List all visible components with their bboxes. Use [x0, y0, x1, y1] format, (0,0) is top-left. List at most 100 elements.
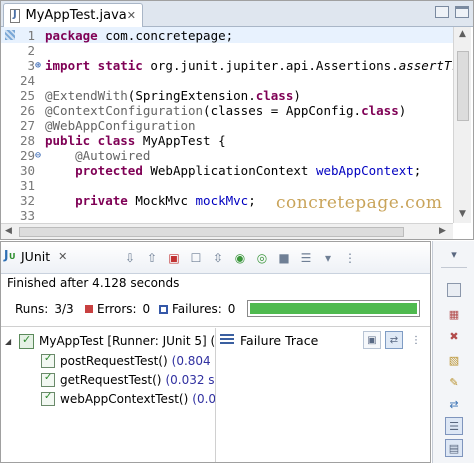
code-line[interactable]: 31 — [1, 178, 453, 193]
failures-counter: Failures: 0 — [159, 302, 235, 316]
scroll-lock-icon[interactable]: ⇳ — [209, 249, 227, 267]
code-token: (SpringExtension. — [127, 88, 256, 103]
code-text: @Autowired — [45, 148, 150, 163]
compare-result-icon[interactable]: ▣ — [363, 331, 381, 349]
outline-icon[interactable]: ☰ — [445, 417, 463, 435]
code-token: @ExtendWith — [45, 88, 128, 103]
code-token: ; — [413, 163, 422, 178]
horizontal-scroll-thumb[interactable] — [19, 227, 404, 237]
test-case-row[interactable]: postRequestTest()(0.804 s) — [41, 351, 215, 371]
code-text: @WebAppConfiguration — [45, 118, 196, 133]
junit-tab[interactable]: JUnit ✕ — [3, 248, 73, 264]
declaration-icon[interactable]: ⇄ — [445, 395, 463, 413]
junit-icon — [3, 248, 17, 264]
editor-tab-myapptest[interactable]: MyAppTest.java ✕ — [3, 3, 143, 27]
previous-failure-icon[interactable]: ⇧ — [143, 249, 161, 267]
scroll-up-icon[interactable]: ▲ — [459, 29, 466, 39]
failure-trace-toolbar: ▣ ⇄ ⋮ — [363, 331, 425, 349]
editor-tab-label: MyAppTest.java — [25, 8, 127, 23]
next-failure-icon[interactable]: ⇩ — [121, 249, 139, 267]
code-line[interactable]: 1 package com.concretepage; — [1, 28, 453, 43]
code-line[interactable]: 24 — [1, 73, 453, 88]
code-line[interactable]: 26 @ContextConfiguration(classes = AppCon… — [1, 103, 453, 118]
test-tree[interactable]: ◢ MyAppTest [Runner: JUnit 5] (0.8 postR… — [1, 328, 215, 462]
line-number: 1 — [27, 28, 35, 43]
restore-icon[interactable] — [447, 283, 461, 297]
code-token: com.concretepage; — [97, 28, 234, 43]
test-history-icon[interactable]: ☰ — [297, 249, 315, 267]
test-case-name: postRequestTest() — [60, 354, 168, 368]
code-line[interactable]: 27 @WebAppConfiguration — [1, 118, 453, 133]
horizontal-scrollbar[interactable]: ◀ ▶ — [1, 223, 453, 239]
test-case-name: webAppContextTest() — [60, 392, 189, 406]
code-token: assertTrue — [398, 58, 453, 73]
suite-row[interactable]: ◢ MyAppTest [Runner: JUnit 5] (0.8 — [5, 331, 215, 351]
test-case-row[interactable]: getRequestTest()(0.032 s) — [41, 370, 215, 390]
code-token: mockMvc — [195, 193, 249, 208]
code-token: webAppContext — [315, 163, 414, 178]
maximize-icon[interactable] — [455, 6, 469, 18]
filter-stack-trace-icon[interactable]: ⇄ — [385, 331, 403, 349]
view-menu-icon[interactable]: ⋮ — [407, 331, 425, 349]
stop-icon[interactable]: ■ — [275, 249, 293, 267]
problems-icon[interactable]: ▧ — [445, 351, 463, 369]
test-passed-icon — [41, 391, 55, 406]
line-number: 32 — [19, 193, 35, 208]
divider — [1, 326, 430, 327]
close-tab-icon[interactable]: ✕ — [58, 250, 67, 263]
errors-counter: Errors: 0 — [85, 302, 150, 316]
code-line[interactable]: 28 public class MyAppTest { — [1, 133, 453, 148]
line-number: 2 — [27, 43, 35, 58]
test-progress-fill — [250, 303, 417, 314]
failures-value: 0 — [227, 302, 236, 316]
console-icon[interactable]: ▦ — [445, 305, 463, 323]
editor-tab-bar: MyAppTest.java ✕ — [1, 1, 473, 27]
view-menu-icon[interactable]: ⋮ — [341, 249, 359, 267]
scroll-right-icon[interactable]: ▶ — [439, 226, 446, 236]
code-line[interactable]: 3 ⊕ import static org.junit.jupiter.api.As… — [1, 58, 453, 73]
scroll-left-icon[interactable]: ◀ — [5, 226, 12, 236]
test-case-row[interactable]: webAppContextTest()(0.021 — [41, 389, 215, 409]
code-token: import static — [45, 58, 143, 73]
code-token: class — [361, 103, 399, 118]
line-number: 25 — [19, 88, 35, 103]
watermark: concretepage.com — [276, 193, 443, 213]
test-passed-icon — [41, 353, 55, 368]
rerun-failed-first-icon[interactable]: ◎ — [253, 249, 271, 267]
remove-launch-icon[interactable]: ✖ — [445, 327, 463, 345]
javadoc-icon[interactable]: ✎ — [445, 373, 463, 391]
line-number: 31 — [19, 178, 35, 193]
task-list-icon[interactable]: ▤ — [445, 439, 463, 457]
runs-value: 3/3 — [54, 302, 74, 316]
show-failures-only-icon[interactable]: ▣ — [165, 249, 183, 267]
view-stack-menu-icon[interactable]: ▾ — [445, 245, 463, 263]
code-token: ; — [248, 193, 256, 208]
code-text: @ContextConfiguration(classes = AppConfi… — [45, 103, 406, 118]
code-line[interactable]: 29 ⊖ @Autowired — [1, 148, 453, 163]
show-skipped-icon[interactable]: ☐ — [187, 249, 205, 267]
code-line[interactable]: 2 — [1, 43, 453, 58]
collapse-fold-icon[interactable]: ⊖ — [35, 148, 45, 163]
rerun-test-icon[interactable]: ◉ — [231, 249, 249, 267]
code-line[interactable]: 25 @ExtendWith(SpringExtension.class) — [1, 88, 453, 103]
vertical-scrollbar[interactable]: ▲ ▼ — [453, 27, 471, 223]
test-case-name: getRequestTest() — [60, 373, 162, 387]
failure-trace-header: Failure Trace ▣ ⇄ ⋮ — [216, 328, 431, 352]
vertical-scroll-thumb[interactable] — [457, 51, 469, 121]
code-text: package com.concretepage; — [45, 28, 233, 43]
junit-tab-label: JUnit — [21, 248, 51, 264]
right-trim-stack: ▾ ▦ ✖ ▧ ✎ ⇄ ☰ ▤ — [432, 241, 474, 463]
java-file-icon — [10, 8, 20, 23]
history-dropdown-icon[interactable]: ▾ — [319, 249, 337, 267]
expand-fold-icon[interactable]: ⊕ — [35, 58, 45, 73]
code-line[interactable]: 30 protected WebApplicationContext webAp… — [1, 163, 453, 178]
minimize-icon[interactable] — [435, 6, 449, 18]
collapse-arrow-icon[interactable]: ◢ — [5, 337, 15, 346]
failure-trace-panel: Failure Trace ▣ ⇄ ⋮ — [215, 328, 430, 462]
scroll-down-icon[interactable]: ▼ — [459, 209, 466, 219]
errors-value: 0 — [142, 302, 151, 316]
code-text: protected WebApplicationContext webAppCo… — [45, 163, 421, 178]
failure-trace-label: Failure Trace — [240, 332, 319, 348]
close-tab-icon[interactable]: ✕ — [127, 9, 136, 22]
